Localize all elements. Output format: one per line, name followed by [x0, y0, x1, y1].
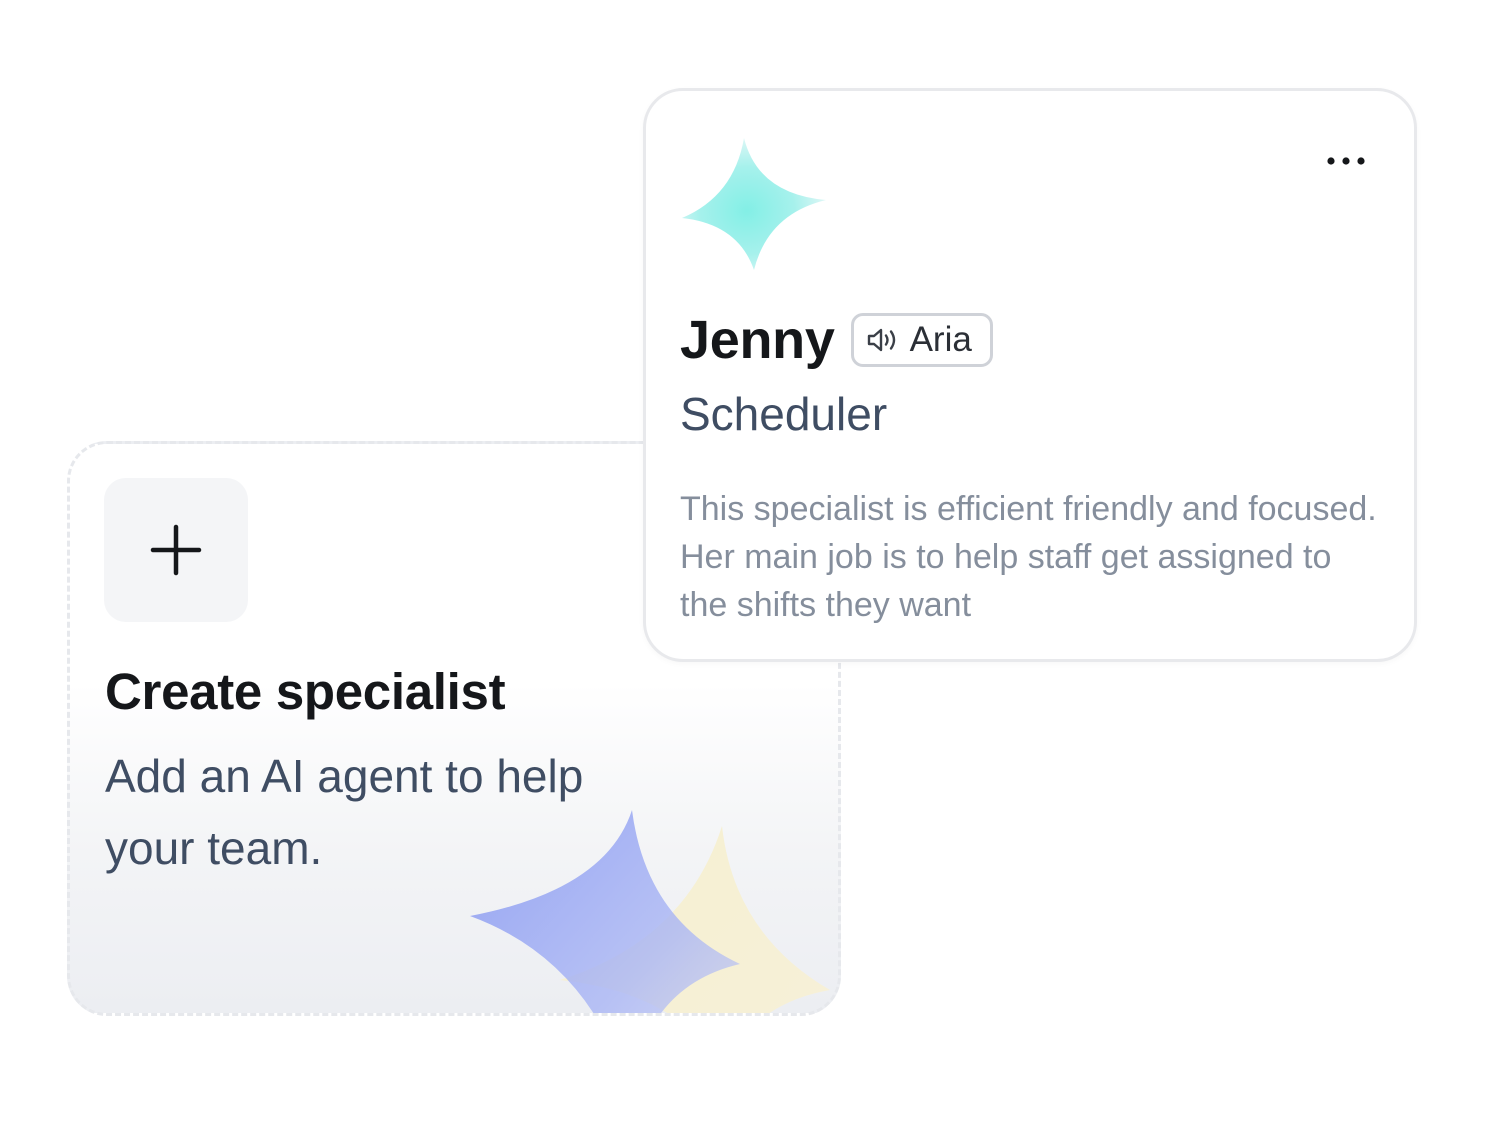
- sparkle-avatar-icon: [682, 138, 826, 270]
- specialist-card[interactable]: Jenny Aria Scheduler This specialist is …: [643, 88, 1417, 662]
- specialist-name: Jenny: [680, 310, 835, 370]
- create-specialist-subtitle: Add an AI agent to help your team.: [105, 750, 584, 874]
- plus-icon: [150, 524, 202, 576]
- specialist-description: This specialist is efficient friendly an…: [680, 490, 1377, 624]
- create-specialist-title: Create specialist: [105, 663, 506, 720]
- specialist-name-row: Jenny Aria: [680, 309, 993, 371]
- voice-name: Aria: [909, 320, 972, 359]
- speaker-icon: [867, 328, 895, 352]
- canvas: Create specialist Add an AI agent to hel…: [0, 0, 1509, 1128]
- more-horizontal-icon: [1327, 157, 1365, 165]
- more-options-button[interactable]: [1318, 143, 1374, 179]
- add-specialist-button[interactable]: [104, 478, 248, 622]
- voice-badge[interactable]: Aria: [850, 313, 993, 367]
- specialist-role: Scheduler: [680, 388, 888, 440]
